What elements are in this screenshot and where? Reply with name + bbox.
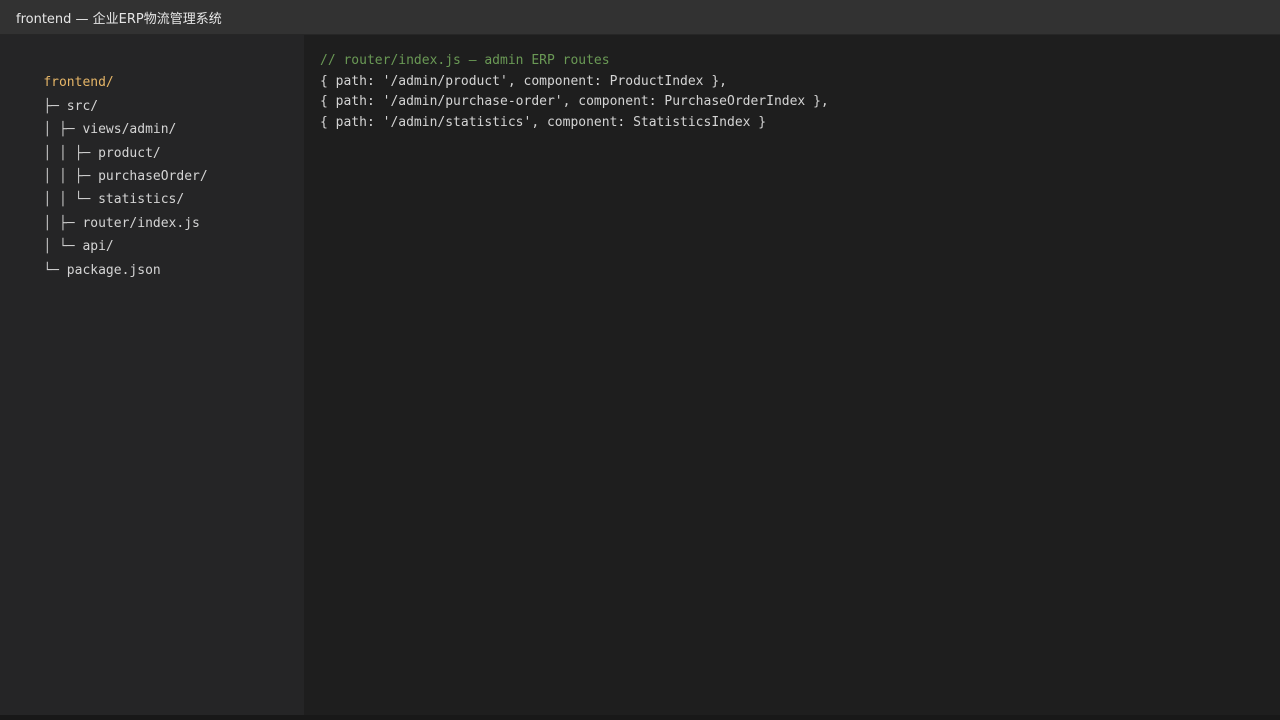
tree-guide: │ │ ├─ (43, 145, 99, 161)
code-comment-line: // router/index.js — admin ERP routes (320, 53, 610, 68)
code-line-product-route: { path: '/admin/product', component: Pro… (320, 73, 727, 89)
code-line-statistics-route: { path: '/admin/statistics', component: … (320, 114, 767, 130)
tree-guide: └─ (43, 262, 67, 278)
tree-item-label: views/admin/ (82, 122, 177, 138)
code-line-purchase-order-route: { path: '/admin/purchase-order', compone… (320, 94, 829, 110)
tree-item-label: statistics/ (98, 192, 185, 208)
tree-item-frontend[interactable]: frontend/ (12, 48, 304, 90)
tree-guide: │ │ ├─ (43, 168, 99, 184)
tree-item-label: api/ (82, 239, 114, 255)
tree-item-label: package.json (66, 262, 161, 278)
title-bar: frontend — 企业ERP物流管理系统 (0, 0, 1280, 35)
window-title: frontend — 企业ERP物流管理系统 (16, 11, 222, 27)
tree-item-label: frontend/ (43, 75, 114, 91)
status-bar (0, 715, 1280, 720)
tree-item-label: product/ (98, 145, 161, 161)
tree-guide: │ └─ (43, 239, 83, 255)
tree-item-label: src/ (66, 98, 99, 114)
tree-item-label: purchaseOrder/ (98, 168, 208, 184)
code-editor[interactable]: // router/index.js — admin ERP routes { … (304, 35, 1280, 715)
tree-item-label: router/index.js (82, 215, 200, 231)
tree-guide: ├─ (43, 98, 67, 114)
tree-guide: │ ├─ (43, 215, 83, 231)
tree-guide: │ ├─ (43, 122, 83, 138)
tree-guide: │ │ └─ (43, 192, 99, 208)
file-explorer[interactable]: frontend/ ├─ src/ │ ├─ views/admin/ │ │ … (0, 35, 304, 715)
